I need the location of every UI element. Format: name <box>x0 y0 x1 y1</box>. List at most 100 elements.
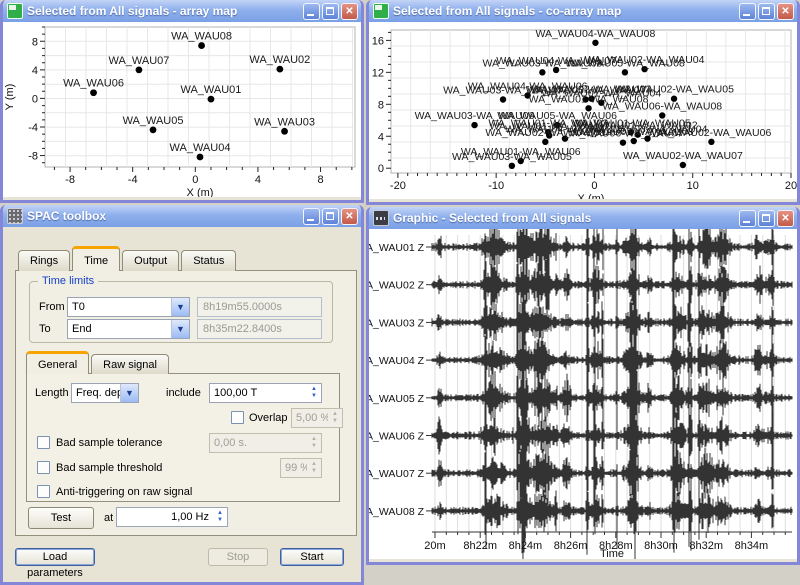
point-label: WA_WAU01 <box>180 84 241 96</box>
tick-label: 8 <box>32 36 38 48</box>
spinner-arrows-icon[interactable]: ▲▼ <box>307 386 321 400</box>
tab-status[interactable]: Status <box>181 250 236 271</box>
chevron-down-icon[interactable]: ▼ <box>120 384 138 402</box>
minimize-icon[interactable] <box>739 3 756 20</box>
anti-triggering-checkbox[interactable] <box>37 485 50 498</box>
tick-label: 0 <box>591 180 597 192</box>
co-array-map-plot[interactable]: -20-10010200481216X (m)Y (m)WA_WAU01-WA_… <box>369 22 797 199</box>
trace-label: WA_WAU04 Z <box>369 355 425 367</box>
close-icon[interactable] <box>777 3 794 20</box>
data-point <box>90 89 97 96</box>
length-combo-value: Freq. dep. <box>72 387 120 399</box>
bad-sample-tolerance-label: Bad sample tolerance <box>56 433 162 453</box>
point-label: WA_WAU04 <box>170 142 231 154</box>
graphic-window-icon <box>373 210 389 226</box>
minimize-icon[interactable] <box>303 208 320 225</box>
titlebar-spac-toolbox[interactable]: SPAC toolbox <box>3 205 361 227</box>
spinner-arrows-icon[interactable]: ▲▼ <box>213 510 227 524</box>
data-point <box>197 154 204 161</box>
spac-window-icon <box>7 208 23 224</box>
y-axis-label: Y (m) <box>4 84 16 111</box>
bad-sample-tolerance-spinbox: 0,00 s. ▲▼ <box>209 433 322 453</box>
titlebar-graphic[interactable]: Graphic - Selected from All signals <box>369 207 797 229</box>
spac-dialog-body: Rings Time Output Status Time limits Fro… <box>3 227 361 582</box>
data-point <box>500 96 506 102</box>
x-axis-label: X (m) <box>187 187 214 197</box>
anti-triggering-label: Anti-triggering on raw signal <box>56 482 192 502</box>
tick-label: 8h34m <box>735 540 769 552</box>
tab-general[interactable]: General <box>26 351 89 374</box>
include-spinbox[interactable]: 100,00 T ▲▼ <box>209 383 322 403</box>
window-array-map: Selected from All signals - array map -8… <box>0 0 364 203</box>
point-label: WA_WAU03-WA_WAU05 <box>452 151 572 163</box>
close-icon[interactable] <box>341 208 358 225</box>
to-combo-value: End <box>68 323 171 335</box>
x-axis-label: Time <box>600 548 624 559</box>
include-value: 100,00 T <box>210 387 307 399</box>
tick-label: -10 <box>488 180 504 192</box>
length-combo[interactable]: Freq. dep. ▼ <box>71 383 139 403</box>
tab-rings[interactable]: Rings <box>18 250 70 271</box>
data-point <box>592 40 598 46</box>
time-limits-legend: Time limits <box>38 275 98 287</box>
spinner-arrows-icon: ▲▼ <box>328 411 342 425</box>
tab-time[interactable]: Time <box>72 246 120 271</box>
load-parameters-button[interactable]: Load parameters <box>15 548 95 566</box>
point-label: WA_WAU06 <box>63 78 124 90</box>
point-label: WA_WAU05-WA_WAU08 <box>565 57 685 69</box>
test-frequency-spinbox[interactable]: 1,00 Hz ▲▼ <box>116 507 228 527</box>
tick-label: 8h22m <box>463 540 497 552</box>
maximize-icon[interactable] <box>322 3 339 20</box>
tick-label: -4 <box>28 122 38 134</box>
bad-sample-threshold-value: 99 % <box>281 462 307 474</box>
overlap-checkbox[interactable] <box>231 411 244 424</box>
point-label: WA_WAU06-WA_WAU08 <box>602 100 722 112</box>
bad-sample-tolerance-checkbox[interactable] <box>37 436 50 449</box>
bad-sample-threshold-checkbox[interactable] <box>37 461 50 474</box>
maximize-icon[interactable] <box>758 210 775 227</box>
close-icon[interactable] <box>341 3 358 20</box>
tick-label: -8 <box>65 174 75 186</box>
trace-label: WA_WAU08 Z <box>369 506 425 518</box>
point-label: WA_WAU02 <box>249 54 310 66</box>
tab-raw-signal[interactable]: Raw signal <box>91 354 169 374</box>
bad-sample-tolerance-value: 0,00 s. <box>210 437 307 449</box>
minimize-icon[interactable] <box>303 3 320 20</box>
to-time-field: 8h35m22.8400s <box>197 319 322 339</box>
include-label: include <box>166 383 201 403</box>
test-frequency-value: 1,00 Hz <box>117 511 213 523</box>
seismogram-plot[interactable]: WA_WAU01 ZWA_WAU02 ZWA_WAU03 ZWA_WAU04 Z… <box>369 229 797 559</box>
length-label: Length <box>35 383 69 403</box>
point-label: WA_WAU05-WA_WAU06 <box>497 110 617 122</box>
signal-tab-bar: General Raw signal <box>26 351 171 374</box>
from-label: From <box>39 297 65 317</box>
window-title: SPAC toolbox <box>27 209 299 223</box>
tick-label: 0 <box>32 93 38 105</box>
window-title: Selected from All signals - co-array map <box>393 4 735 18</box>
point-label: WA_WAU05 <box>123 115 184 127</box>
spac-tab-bar: Rings Time Output Status <box>18 246 238 271</box>
data-point <box>539 69 545 75</box>
at-label: at <box>104 508 113 528</box>
tick-label: -20 <box>390 180 406 192</box>
point-label: WA_WAU03 <box>254 116 315 128</box>
tab-output[interactable]: Output <box>122 250 179 271</box>
maximize-icon[interactable] <box>322 208 339 225</box>
close-icon[interactable] <box>777 210 794 227</box>
chevron-down-icon[interactable]: ▼ <box>171 320 189 338</box>
tick-label: 8h32m <box>689 540 723 552</box>
from-time-field: 8h19m55.0000s <box>197 297 322 317</box>
chevron-down-icon[interactable]: ▼ <box>171 298 189 316</box>
bad-sample-threshold-label: Bad sample threshold <box>56 458 162 478</box>
start-button[interactable]: Start <box>280 548 344 566</box>
titlebar-co-array-map[interactable]: Selected from All signals - co-array map <box>369 0 797 22</box>
maximize-icon[interactable] <box>758 3 775 20</box>
to-combo[interactable]: End ▼ <box>67 319 190 339</box>
data-point <box>620 139 626 145</box>
titlebar-array-map[interactable]: Selected from All signals - array map <box>3 0 361 22</box>
window-graphic: Graphic - Selected from All signals WA_W… <box>366 207 800 565</box>
from-combo[interactable]: T0 ▼ <box>67 297 190 317</box>
array-map-plot[interactable]: -8-4048-8-4048X (m)Y (m)WA_WAU01WA_WAU02… <box>3 22 361 197</box>
minimize-icon[interactable] <box>739 210 756 227</box>
test-button[interactable]: Test <box>28 507 94 529</box>
